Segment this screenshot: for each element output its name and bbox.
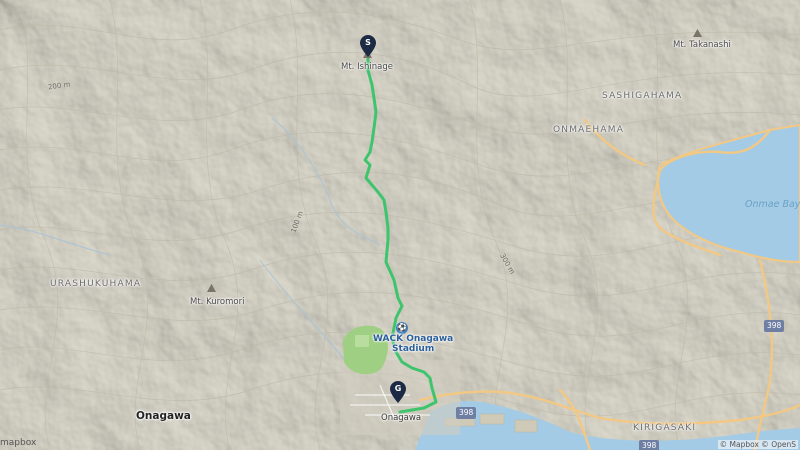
start-marker[interactable]: S [360, 35, 376, 57]
peak-label-takanashi[interactable]: Mt. Takanashi [673, 40, 731, 50]
town-label-onagawa[interactable]: Onagawa [136, 410, 191, 422]
map-canvas[interactable]: SASHIGAHAMA ONMAEHAMA URASHUKUHAMA KIRIG… [0, 0, 800, 450]
goal-marker-label: G [394, 384, 402, 393]
attribution-text[interactable]: © Mapbox © OpenS [717, 440, 798, 449]
goal-marker[interactable]: G [390, 381, 406, 403]
water-label-onmae-bay: Onmae Bay [745, 199, 800, 210]
route-398-shield: 398 [456, 407, 477, 419]
stadium-label[interactable]: WACK Onagawa Stadium [373, 334, 453, 354]
peak-icon [207, 283, 216, 292]
station-label[interactable]: Onagawa [381, 413, 421, 423]
mapbox-logo[interactable]: mapbox [0, 438, 36, 448]
peak-icon [693, 28, 702, 37]
route-398-shield: 398 [639, 440, 660, 450]
region-label-onmaehama: ONMAEHAMA [553, 125, 625, 135]
peak-label-ishinage[interactable]: Mt. Ishinage [341, 62, 393, 72]
peak-label-kuromori[interactable]: Mt. Kuromori [190, 297, 244, 307]
region-label-sashigahama: SASHIGAHAMA [602, 91, 683, 101]
route-398-shield: 398 [764, 320, 785, 332]
stadium-icon[interactable]: ⚽ [396, 322, 408, 334]
region-label-urashukuhama: URASHUKUHAMA [50, 279, 142, 289]
region-label-kirigasaki: KIRIGASAKI [633, 423, 697, 433]
start-marker-label: S [365, 38, 371, 47]
